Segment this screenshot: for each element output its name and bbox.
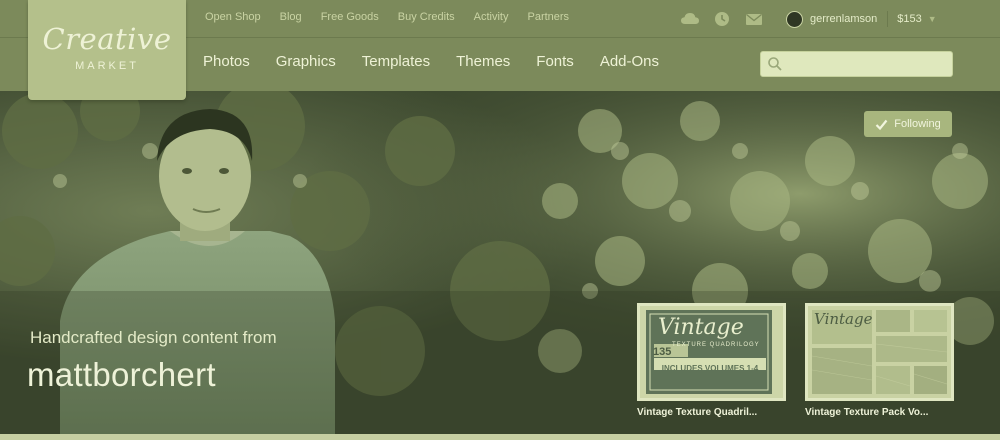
product-thumb-sub: TEXTURE QUADRILOGY <box>672 342 760 348</box>
main-nav: Photos Graphics Templates Themes Fonts A… <box>203 53 685 70</box>
content-strip <box>0 434 1000 440</box>
product-thumbnail[interactable]: Vintage TEXTURE QUADRILOGY 135 INCLUDES … <box>637 303 786 401</box>
main-nav-templates[interactable]: Templates <box>362 53 430 70</box>
product-thumb-count: 135 <box>653 346 672 358</box>
search-input[interactable] <box>787 55 947 73</box>
product-title[interactable]: Vintage Texture Pack Vo... <box>805 407 954 418</box>
following-label: Following <box>894 118 941 130</box>
product-thumb-caption: INCLUDES VOLUMES 1-4 <box>661 364 759 373</box>
main-nav-add-ons[interactable]: Add-Ons <box>600 53 659 70</box>
top-nav: Open Shop Blog Free Goods Buy Credits Ac… <box>205 11 588 27</box>
logo-subtitle: MARKET <box>75 60 139 72</box>
search-icon <box>768 57 782 71</box>
cloud-icon[interactable] <box>680 10 700 28</box>
chevron-down-icon[interactable]: ▼ <box>928 14 937 24</box>
avatar[interactable] <box>786 10 803 28</box>
creative-market-logo[interactable]: Creative MARKET <box>28 0 186 100</box>
product-card[interactable]: Vintage Vintage Texture Pack Vo... <box>805 303 954 418</box>
product-title[interactable]: Vintage Texture Quadril... <box>637 407 786 418</box>
top-nav-free-goods[interactable]: Free Goods <box>321 11 379 27</box>
search-box[interactable] <box>760 51 953 77</box>
top-nav-buy-credits[interactable]: Buy Credits <box>398 11 455 27</box>
product-thumb-heading: Vintage <box>658 315 744 340</box>
top-icons <box>680 9 764 29</box>
shop-tagline: Handcrafted design content from <box>30 328 277 347</box>
mail-icon[interactable] <box>744 10 764 28</box>
check-icon <box>875 119 888 130</box>
top-nav-open-shop[interactable]: Open Shop <box>205 11 261 27</box>
main-nav-graphics[interactable]: Graphics <box>276 53 336 70</box>
user-divider <box>887 11 889 27</box>
username[interactable]: gerrenlamson <box>810 13 877 25</box>
top-nav-partners[interactable]: Partners <box>527 11 569 27</box>
following-button[interactable]: Following <box>864 111 952 137</box>
product-thumbnail[interactable]: Vintage <box>805 303 954 401</box>
credit-balance[interactable]: $153 <box>897 13 921 25</box>
user-menu[interactable]: gerrenlamson $153 ▼ <box>786 9 937 29</box>
top-nav-activity[interactable]: Activity <box>474 11 509 27</box>
logo-wordmark: Creative <box>42 22 172 56</box>
product-card[interactable]: Vintage TEXTURE QUADRILOGY 135 INCLUDES … <box>637 303 786 418</box>
main-nav-photos[interactable]: Photos <box>203 53 250 70</box>
top-nav-blog[interactable]: Blog <box>280 11 302 27</box>
main-nav-themes[interactable]: Themes <box>456 53 510 70</box>
product-thumb-heading: Vintage <box>814 310 873 328</box>
main-nav-fonts[interactable]: Fonts <box>536 53 574 70</box>
shop-owner-name[interactable]: mattborchert <box>27 356 216 394</box>
clock-icon[interactable] <box>712 10 732 28</box>
